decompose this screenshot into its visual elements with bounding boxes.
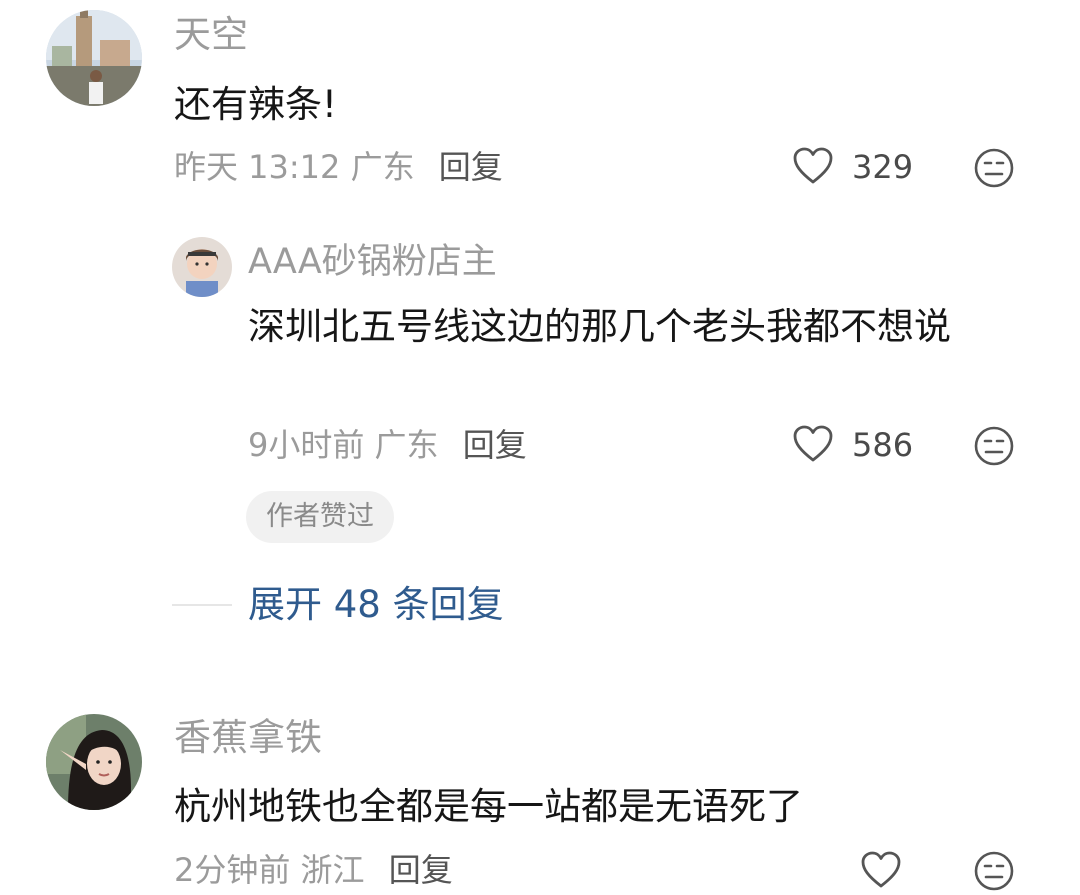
username[interactable]: AAA砂锅粉店主 (248, 240, 497, 284)
dislike-button[interactable] (973, 850, 1015, 892)
author-liked-badge: 作者赞过 (246, 491, 394, 543)
like-count: 329 (852, 148, 914, 186)
comment-meta: 9小时前 广东 回复 (248, 425, 527, 465)
comment-text: 深圳北五号线这边的那几个老头我都不想说 (248, 305, 951, 348)
reply-button[interactable]: 回复 (389, 851, 453, 889)
avatar[interactable] (46, 10, 142, 106)
comment-time: 2分钟前 (174, 851, 291, 889)
reply-button[interactable]: 回复 (439, 148, 503, 186)
avatar[interactable] (46, 714, 142, 810)
username[interactable]: 香蕉拿铁 (174, 716, 322, 760)
heart-icon (793, 147, 833, 184)
comment-time: 9小时前 (248, 426, 365, 464)
like-count: 586 (852, 426, 914, 464)
heart-icon (861, 851, 901, 888)
expand-replies-button[interactable]: 展开 48 条回复 (248, 583, 504, 627)
comment-location: 广东 (350, 148, 415, 186)
comment-meta: 2分钟前 浙江 回复 (174, 850, 453, 890)
comment-text: 杭州地铁也全都是每一站都是无语死了 (174, 785, 803, 828)
username[interactable]: 天空 (174, 13, 248, 57)
heart-icon (793, 425, 833, 462)
avatar[interactable] (172, 237, 232, 297)
unimpressed-face-icon (974, 148, 1014, 188)
comment-location: 广东 (374, 426, 439, 464)
dislike-button[interactable] (973, 425, 1015, 467)
unimpressed-face-icon (974, 426, 1014, 466)
reply-button[interactable]: 回复 (463, 426, 527, 464)
like-button[interactable] (792, 424, 834, 464)
like-button[interactable] (792, 146, 834, 186)
unimpressed-face-icon (974, 851, 1014, 891)
comment-location: 浙江 (300, 851, 365, 889)
comment-time: 昨天 13:12 (174, 148, 341, 186)
comment-text: 还有辣条! (174, 83, 337, 126)
divider (172, 604, 232, 606)
comment-meta: 昨天 13:12 广东 回复 (174, 147, 503, 187)
like-button[interactable] (860, 850, 902, 890)
dislike-button[interactable] (973, 147, 1015, 189)
